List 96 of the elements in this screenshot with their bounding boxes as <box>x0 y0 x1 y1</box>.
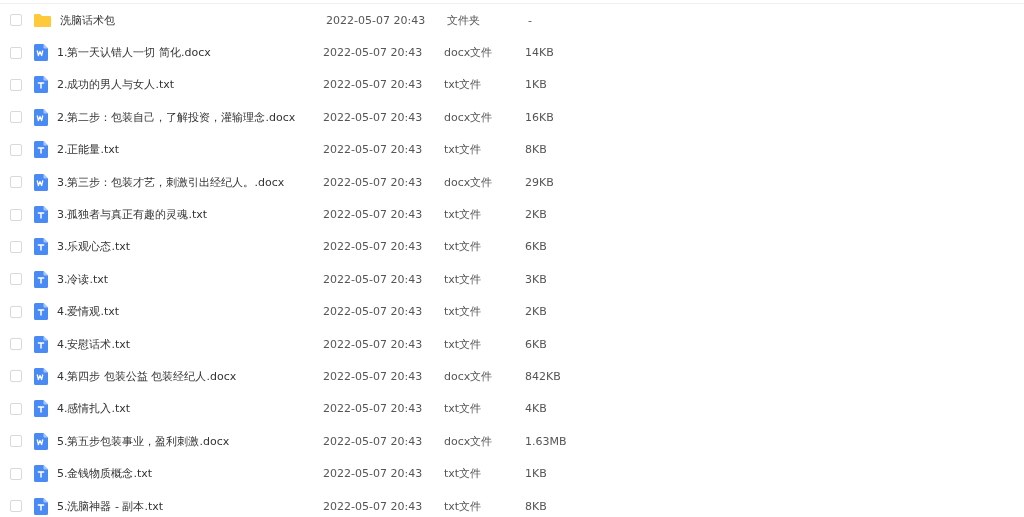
folder-icon <box>34 13 51 28</box>
text-document-icon <box>34 141 48 159</box>
modified-date: 2022-05-07 20:43 <box>323 110 424 124</box>
checkbox[interactable] <box>10 467 22 480</box>
file-name[interactable]: 2.成功的男人与女人.txt <box>57 77 323 93</box>
file-type: txt文件 <box>444 77 483 93</box>
checkbox[interactable] <box>10 111 22 124</box>
file-type: txt文件 <box>444 336 483 352</box>
file-size: 2KB <box>525 305 547 319</box>
modified-date: 2022-05-07 20:43 <box>323 46 424 60</box>
modified-date: 2022-05-07 20:43 <box>323 402 424 416</box>
modified-date: 2022-05-07 20:43 <box>323 175 424 189</box>
modified-date: 2022-05-07 20:43 <box>323 78 424 92</box>
file-type: txt文件 <box>444 401 483 417</box>
file-type: txt文件 <box>444 498 483 514</box>
file-size: 6KB <box>525 337 547 351</box>
checkbox[interactable] <box>10 143 22 156</box>
text-document-icon <box>34 497 48 515</box>
file-size: 14KB <box>525 46 554 60</box>
file-type: txt文件 <box>444 207 483 223</box>
file-size: 29KB <box>525 175 554 189</box>
file-name[interactable]: 2.第二步：包装自己，了解投资，灌输理念.docx <box>57 109 323 125</box>
file-name[interactable]: 1.第一天认错人一切 简化.docx <box>57 45 323 61</box>
text-document-icon <box>34 465 48 483</box>
word-document-icon <box>34 108 48 126</box>
file-name[interactable]: 5.金钱物质概念.txt <box>57 466 323 482</box>
checkbox[interactable] <box>10 500 22 513</box>
modified-date: 2022-05-07 20:43 <box>323 240 424 254</box>
file-type: docx文件 <box>444 45 494 61</box>
checkbox[interactable] <box>10 176 22 189</box>
modified-date: 2022-05-07 20:43 <box>323 499 424 513</box>
file-name[interactable]: 4.安慰话术.txt <box>57 336 323 352</box>
file-name[interactable]: 3.乐观心态.txt <box>57 239 323 255</box>
checkbox[interactable] <box>10 78 22 91</box>
word-document-icon <box>34 173 48 191</box>
file-size: 16KB <box>525 110 554 124</box>
modified-date: 2022-05-07 20:43 <box>323 370 424 383</box>
checkbox[interactable] <box>10 208 22 221</box>
word-document-icon <box>34 432 48 450</box>
modified-date: 2022-05-07 20:43 <box>323 337 424 351</box>
file-size: 1KB <box>525 467 547 481</box>
file-size: 1KB <box>525 78 547 92</box>
file-name[interactable]: 5.第五步包装事业，盈利刺激.docx <box>57 433 323 449</box>
file-size: 6KB <box>525 240 547 254</box>
file-type: docx文件 <box>444 109 494 125</box>
modified-date: 2022-05-07 20:43 <box>326 13 427 27</box>
checkbox[interactable] <box>10 370 22 383</box>
file-type: docx文件 <box>444 174 494 190</box>
file-type: txt文件 <box>444 304 483 320</box>
file-type: txt文件 <box>444 466 483 482</box>
file-size: 842KB <box>525 370 561 383</box>
file-name[interactable]: 4.第四步 包装公益 包装经纪人.docx <box>57 369 323 384</box>
file-type: txt文件 <box>444 142 483 158</box>
file-size: 3KB <box>525 272 547 286</box>
checkbox[interactable] <box>10 402 22 415</box>
file-name[interactable]: 5.洗脑神器 - 副本.txt <box>57 498 323 514</box>
text-document-icon <box>34 270 48 288</box>
file-name[interactable]: 洗脑话术包 <box>60 12 326 28</box>
text-document-icon <box>34 303 48 321</box>
text-document-icon <box>34 238 48 256</box>
file-type: txt文件 <box>444 271 483 287</box>
text-document-icon <box>34 400 48 418</box>
file-size: 8KB <box>525 499 547 513</box>
file-name[interactable]: 2.正能量.txt <box>57 142 323 158</box>
text-document-icon <box>34 76 48 94</box>
checkbox[interactable] <box>10 14 22 27</box>
word-document-icon <box>34 368 48 385</box>
modified-date: 2022-05-07 20:43 <box>323 272 424 286</box>
checkbox[interactable] <box>10 435 22 448</box>
file-type: 文件夹 <box>447 12 481 28</box>
file-name[interactable]: 4.感情扎入.txt <box>57 401 323 417</box>
text-document-icon <box>34 335 48 353</box>
checkbox[interactable] <box>10 305 22 318</box>
file-size: 8KB <box>525 143 547 157</box>
file-size: - <box>528 13 532 27</box>
checkbox[interactable] <box>10 338 22 351</box>
checkbox[interactable] <box>10 46 22 59</box>
file-type: txt文件 <box>444 239 483 255</box>
modified-date: 2022-05-07 20:43 <box>323 305 424 319</box>
modified-date: 2022-05-07 20:43 <box>323 434 424 448</box>
checkbox[interactable] <box>10 240 22 253</box>
modified-date: 2022-05-07 20:43 <box>323 467 424 481</box>
file-type: docx文件 <box>444 369 494 384</box>
text-document-icon <box>34 206 48 224</box>
file-name[interactable]: 4.爱情观.txt <box>57 304 323 320</box>
word-document-icon <box>34 44 48 62</box>
checkbox[interactable] <box>10 273 22 286</box>
modified-date: 2022-05-07 20:43 <box>323 143 424 157</box>
modified-date: 2022-05-07 20:43 <box>323 208 424 222</box>
file-name[interactable]: 3.冷读.txt <box>57 271 323 287</box>
file-size: 4KB <box>525 402 547 416</box>
file-name[interactable]: 3.孤独者与真正有趣的灵魂.txt <box>57 207 323 223</box>
file-size: 1.63MB <box>525 434 567 448</box>
file-size: 2KB <box>525 208 547 222</box>
file-name[interactable]: 3.第三步：包装才艺，刺激引出经纪人。.docx <box>57 174 323 190</box>
file-type: docx文件 <box>444 433 494 449</box>
